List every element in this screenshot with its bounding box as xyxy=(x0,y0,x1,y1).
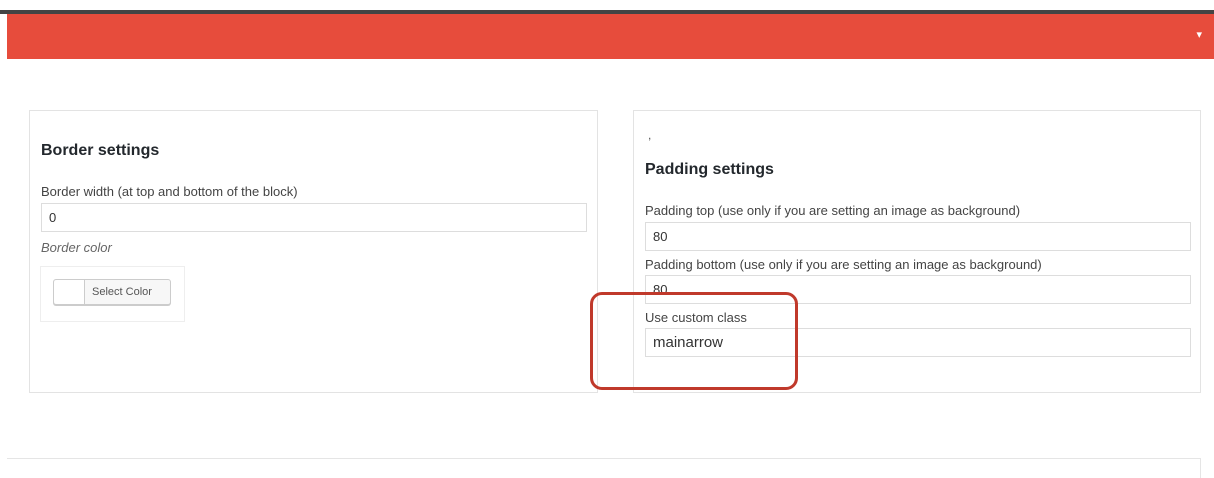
collapse-arrow-icon[interactable]: ▾ xyxy=(1196,30,1202,41)
border-width-input[interactable]: 0 xyxy=(41,203,587,232)
padding-top-label: Padding top (use only if you are setting… xyxy=(645,203,1021,218)
section-header-bar[interactable]: ▾ xyxy=(7,14,1214,59)
border-color-label: Border color xyxy=(41,240,112,255)
border-settings-title: Border settings xyxy=(41,142,160,159)
select-color-label: Select Color xyxy=(92,286,152,298)
color-picker-container: Select Color xyxy=(40,266,185,322)
highlight-annotation-box xyxy=(590,292,798,390)
padding-settings-title: Padding settings xyxy=(645,161,774,178)
select-color-button[interactable]: Select Color xyxy=(53,279,171,305)
border-width-label: Border width (at top and bottom of the b… xyxy=(41,184,298,199)
stray-mark: , xyxy=(648,128,652,142)
border-settings-panel: Border settings Border width (at top and… xyxy=(29,110,598,393)
padding-top-input[interactable]: 80 xyxy=(645,222,1191,251)
color-swatch[interactable] xyxy=(54,280,85,304)
bottom-divider xyxy=(7,458,1200,459)
padding-bottom-label: Padding bottom (use only if you are sett… xyxy=(645,257,1042,272)
bottom-panel-edge xyxy=(1200,458,1201,478)
